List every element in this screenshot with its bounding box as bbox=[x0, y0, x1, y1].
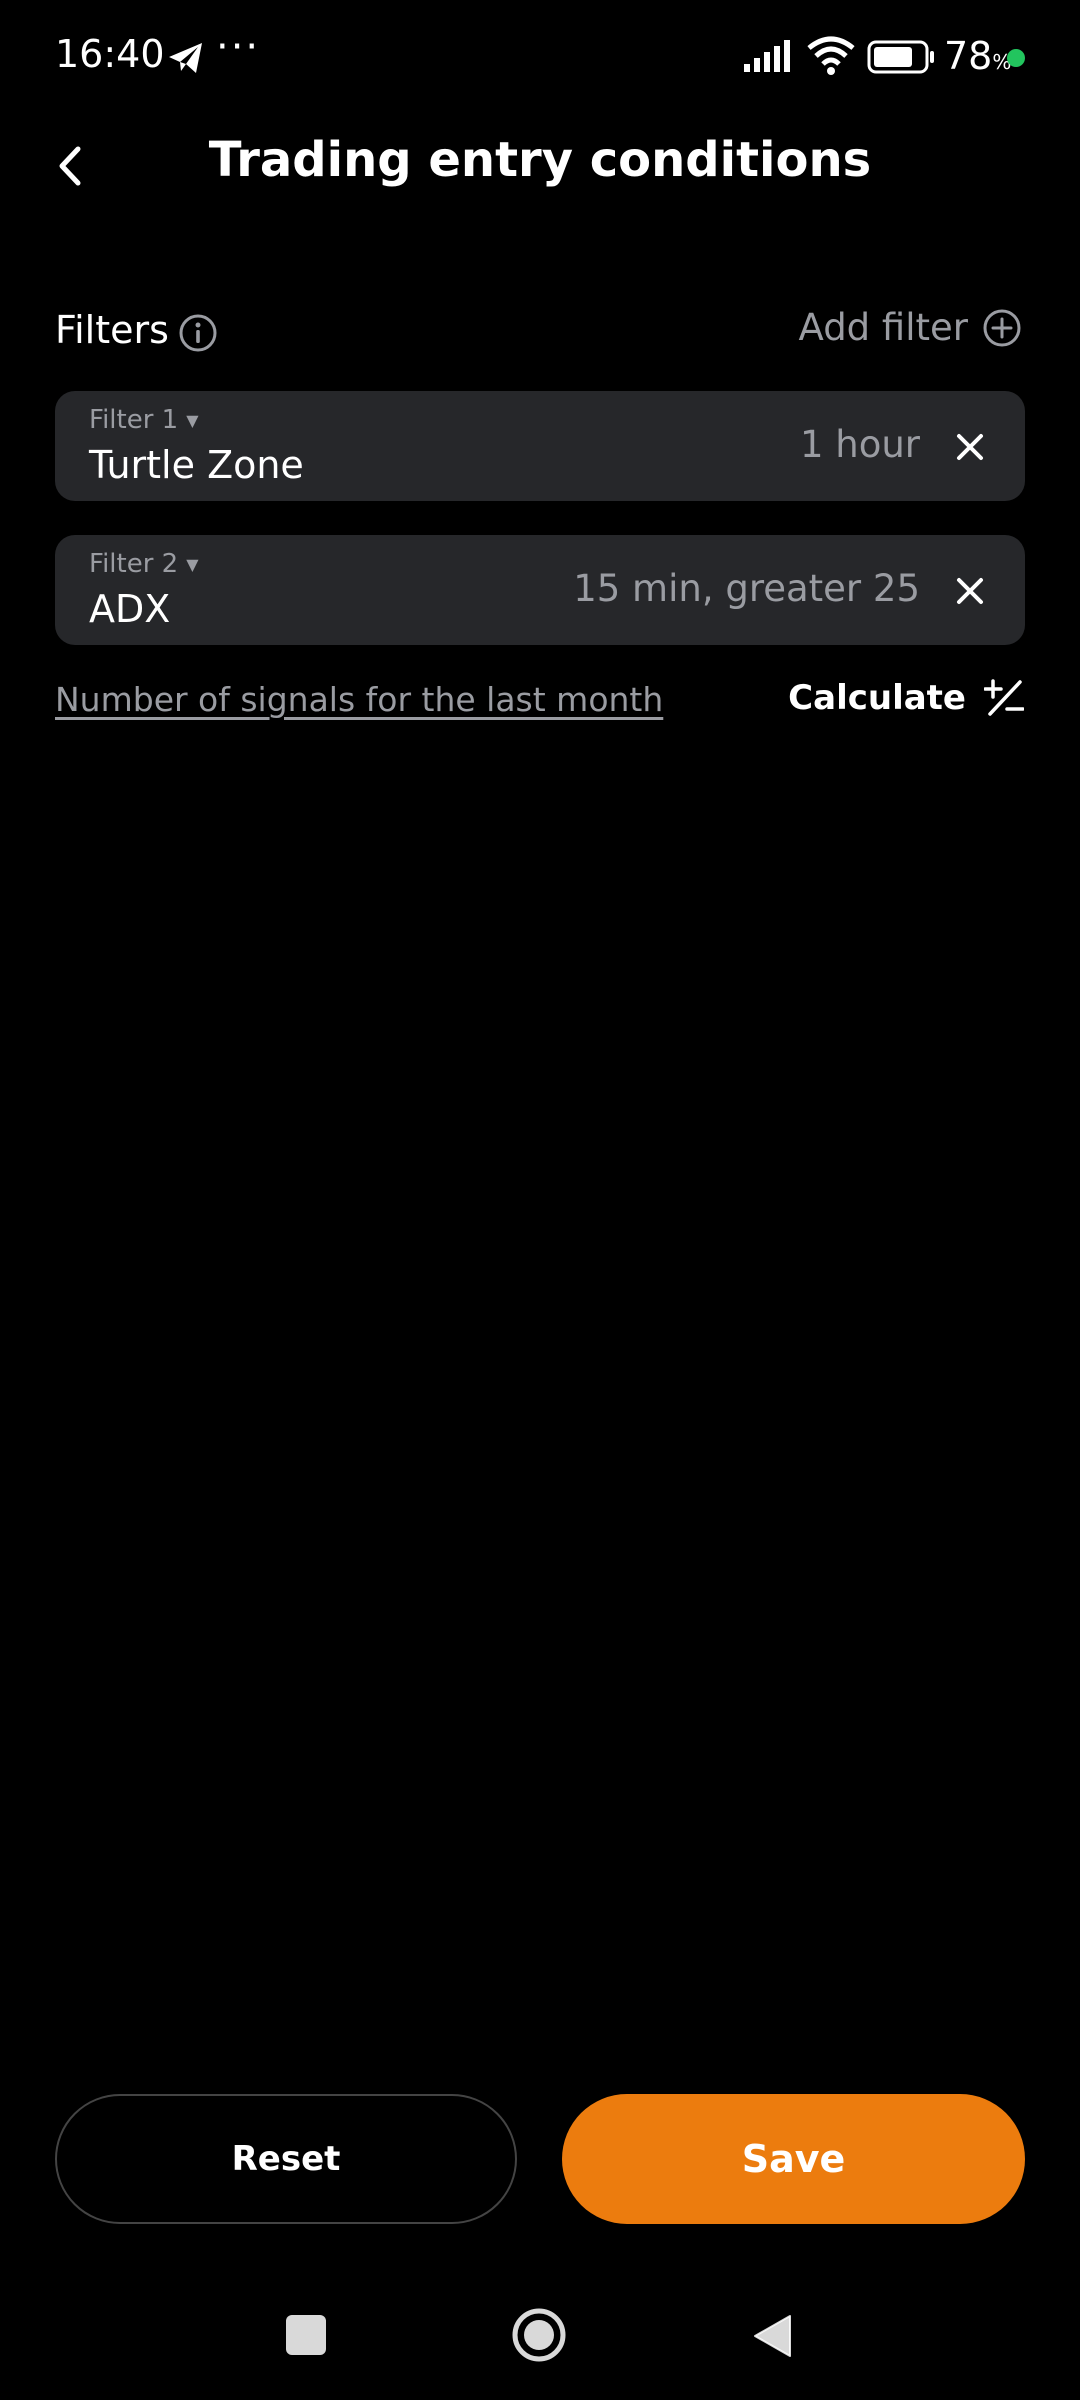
filter-setting: 15 min, greater 25 bbox=[573, 567, 920, 610]
calculate-label: Calculate bbox=[788, 678, 966, 718]
more-notifications-icon: ··· bbox=[216, 24, 261, 70]
charging-indicator bbox=[1007, 49, 1025, 67]
plus-circle-icon bbox=[983, 309, 1021, 346]
recents-square-icon[interactable] bbox=[286, 2315, 326, 2355]
filter-setting: 1 hour bbox=[799, 423, 920, 466]
plus-minus-icon bbox=[984, 679, 1024, 716]
reset-button[interactable]: Reset bbox=[55, 2094, 517, 2224]
battery-level: 78% bbox=[944, 34, 1012, 78]
telegram-icon bbox=[169, 43, 202, 73]
close-icon bbox=[957, 434, 983, 460]
page-title: Trading entry conditions bbox=[208, 132, 872, 188]
save-button[interactable]: Save bbox=[562, 2094, 1025, 2224]
filter-name: ADX bbox=[89, 587, 171, 631]
close-icon bbox=[957, 578, 983, 604]
caret-down-icon: ▼ bbox=[186, 410, 199, 430]
status-time: 16:40 bbox=[55, 32, 165, 76]
add-filter-label: Add filter bbox=[798, 306, 968, 349]
calculate-button[interactable]: Calculate bbox=[788, 678, 1024, 718]
home-circle-icon[interactable] bbox=[511, 2307, 567, 2363]
filter-label-dropdown[interactable]: Filter 2 ▼ bbox=[89, 549, 199, 579]
caret-down-icon: ▼ bbox=[186, 554, 199, 574]
filters-heading: Filters bbox=[55, 308, 169, 352]
filter-card-2[interactable]: Filter 2 ▼ ADX 15 min, greater 25 bbox=[55, 535, 1025, 645]
battery-icon bbox=[867, 40, 934, 74]
status-bar: 16:40 ··· 78% bbox=[0, 0, 1080, 120]
remove-filter-button[interactable] bbox=[947, 424, 993, 470]
filter-name: Turtle Zone bbox=[89, 443, 304, 487]
remove-filter-button[interactable] bbox=[947, 568, 993, 614]
signals-count-link[interactable]: Number of signals for the last month bbox=[55, 680, 663, 719]
signal-icon bbox=[744, 40, 790, 72]
filter-label-text: Filter 1 bbox=[89, 405, 179, 435]
filter-label-text: Filter 2 bbox=[89, 549, 179, 579]
info-icon[interactable] bbox=[178, 313, 218, 353]
back-triangle-icon[interactable] bbox=[752, 2313, 792, 2359]
filter-label-dropdown[interactable]: Filter 1 ▼ bbox=[89, 405, 199, 435]
filter-card-1[interactable]: Filter 1 ▼ Turtle Zone 1 hour bbox=[55, 391, 1025, 501]
wifi-icon bbox=[807, 36, 855, 75]
add-filter-button[interactable]: Add filter bbox=[799, 306, 1022, 349]
